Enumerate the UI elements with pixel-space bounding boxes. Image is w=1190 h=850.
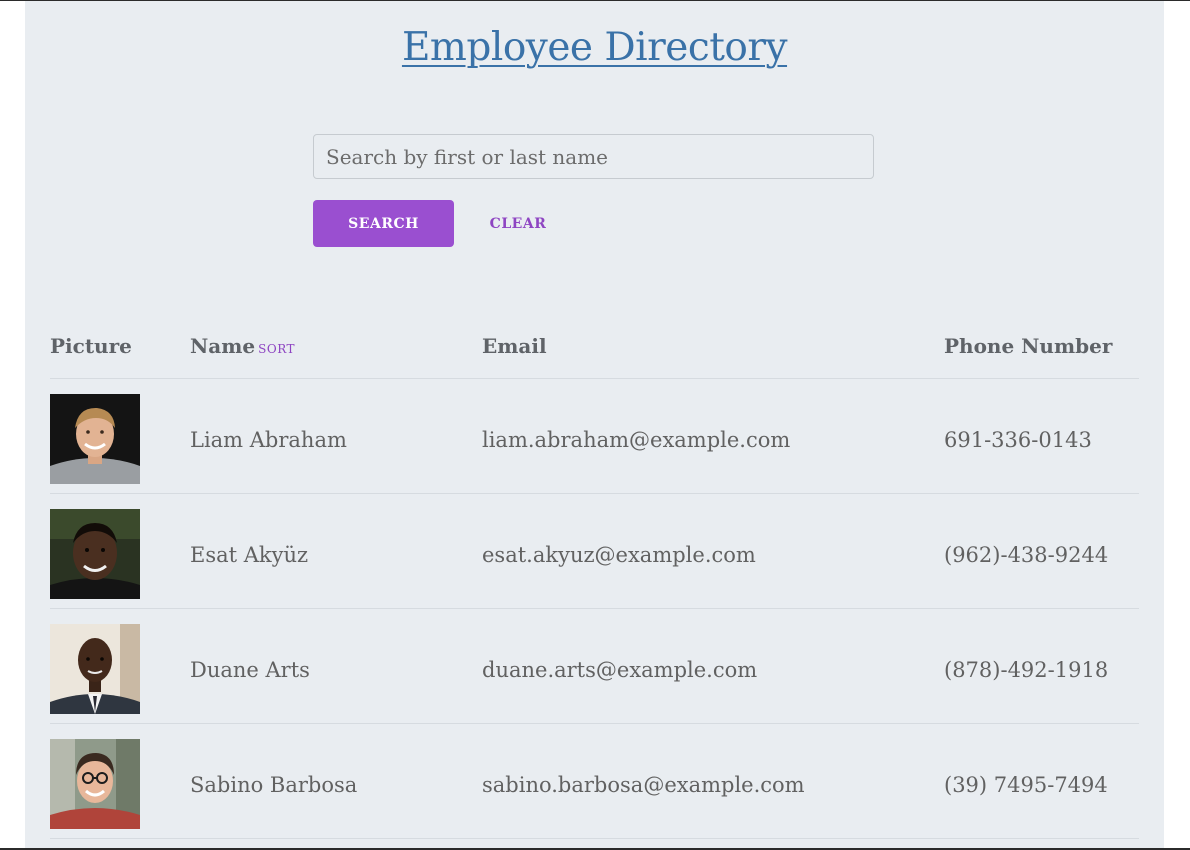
column-header-picture: Picture	[50, 334, 132, 358]
row-divider	[50, 838, 1139, 839]
row-divider	[50, 723, 1139, 724]
row-divider	[50, 493, 1139, 494]
sort-by-name-link[interactable]: SORT	[258, 342, 295, 356]
employee-phone: (39) 7495-7494	[944, 773, 1108, 797]
search-button[interactable]: SEARCH	[313, 200, 454, 247]
column-header-name: Name SORT	[190, 334, 295, 358]
column-header-phone: Phone Number	[944, 334, 1113, 358]
employee-email: sabino.barbosa@example.com	[482, 773, 805, 797]
clear-button[interactable]: CLEAR	[481, 200, 555, 247]
employee-avatar	[50, 739, 140, 829]
employee-name: Sabino Barbosa	[190, 773, 358, 797]
employee-name: Esat Akyüz	[190, 543, 309, 567]
employee-email: liam.abraham@example.com	[482, 428, 791, 452]
page-title[interactable]: Employee Directory	[25, 25, 1164, 70]
employee-name: Duane Arts	[190, 658, 310, 682]
employee-email: duane.arts@example.com	[482, 658, 758, 682]
employee-name: Liam Abraham	[190, 428, 347, 452]
employee-phone: (878)-492-1918	[944, 658, 1109, 682]
directory-page: Employee Directory SEARCH CLEAR Picture …	[25, 1, 1164, 848]
column-header-email: Email	[482, 334, 547, 358]
row-divider	[50, 608, 1139, 609]
employee-avatar	[50, 509, 140, 599]
employee-email: esat.akyuz@example.com	[482, 543, 756, 567]
employee-phone: 691-336-0143	[944, 428, 1092, 452]
header-divider	[50, 378, 1139, 379]
employee-avatar	[50, 624, 140, 714]
column-header-name-label: Name	[190, 334, 256, 358]
employee-avatar	[50, 394, 140, 484]
employee-phone: (962)-438-9244	[944, 543, 1109, 567]
search-input[interactable]	[313, 134, 874, 179]
